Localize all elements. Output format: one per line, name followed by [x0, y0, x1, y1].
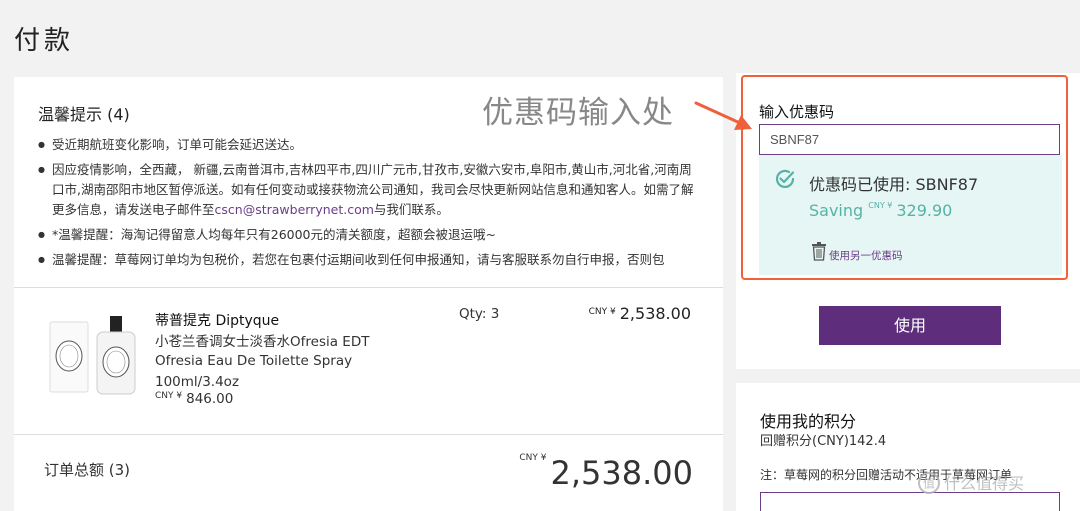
saving-amount: Saving CNY ¥329.90	[809, 201, 953, 220]
product-unit-price: CNY ¥846.00	[155, 391, 234, 407]
notice-title: 温馨提示 (4)	[38, 105, 130, 124]
product-row: 蒂普提克 Diptyque 小苍兰香调女士淡香水Ofresia EDT Ofre…	[14, 287, 723, 434]
svg-text:值: 值	[923, 476, 935, 491]
notice-list: 受近期航班变化影响，订单可能会延迟送达。 因应疫情影响，全西藏， 新疆,云南普洱…	[38, 135, 703, 275]
page-title: 付款	[14, 26, 75, 56]
annotation-label: 优惠码输入处	[482, 95, 674, 131]
currency-label: CNY ¥	[519, 453, 547, 463]
coupon-applied-text: 优惠码已使用: SBNF87	[809, 175, 979, 194]
email-link[interactable]: cscn@strawberrynet.com	[215, 202, 374, 217]
annotation-arrow-icon	[694, 101, 752, 130]
currency-label: CNY ¥	[588, 307, 616, 317]
product-line-total: CNY ¥2,538.00	[588, 304, 691, 323]
watermark: 什么值得买	[944, 474, 1025, 493]
coupon-title: 输入优惠码	[759, 103, 835, 121]
currency-label: CNY ¥	[155, 391, 183, 401]
notice-item: *温馨提醒：海淘记得留意人均每年只有26000元的清关额度，超额会被退运哦~	[38, 225, 703, 245]
coupon-input[interactable]	[759, 124, 1060, 155]
currency-label: CNY ¥	[868, 201, 893, 210]
notice-section: 温馨提示 (4) 优惠码输入处 受近期航班变化影响，订单可能会延迟送达。 因应疫…	[14, 77, 723, 285]
apply-coupon-button[interactable]: 使用	[819, 306, 1001, 345]
use-another-coupon-link[interactable]: 使用另一优惠码	[829, 248, 903, 263]
notice-item: 因应疫情影响，全西藏， 新疆,云南普洱市,吉林四平市,四川广元市,甘孜市,安徽六…	[38, 160, 703, 220]
points-value: 回赠积分(CNY)142.4	[760, 434, 887, 449]
order-panel: 温馨提示 (4) 优惠码输入处 受近期航班变化影响，订单可能会延迟送达。 因应疫…	[14, 77, 723, 511]
product-image[interactable]	[48, 316, 140, 398]
order-total-label: 订单总额 (3)	[44, 461, 131, 479]
notice-item: 受近期航班变化影响，订单可能会延迟送达。	[38, 135, 703, 155]
trash-icon[interactable]	[810, 242, 828, 261]
product-brand[interactable]: 蒂普提克 Diptyque	[155, 310, 279, 330]
points-title: 使用我的积分	[760, 412, 857, 431]
notice-item: 温馨提醒：草莓网订单均为包税价，若您在包裹付运期间收到任何申报通知，请与客服联系…	[38, 250, 703, 270]
check-circle-icon	[775, 169, 795, 188]
order-total-row: 订单总额 (3) CNY ¥2,538.00	[14, 434, 723, 511]
product-qty: Qty: 3	[459, 306, 500, 322]
watermark-logo-icon: 值	[918, 472, 940, 494]
order-total-amount: CNY ¥2,538.00	[519, 453, 693, 492]
points-input[interactable]	[760, 492, 1060, 511]
product-name[interactable]: 小苍兰香调女士淡香水Ofresia EDT Ofresia Eau De Toi…	[155, 333, 405, 371]
product-size: 100ml/3.4oz	[155, 374, 240, 390]
coupon-applied-box: 优惠码已使用: SBNF87 Saving CNY ¥329.90 使用另一优惠…	[759, 155, 1062, 275]
